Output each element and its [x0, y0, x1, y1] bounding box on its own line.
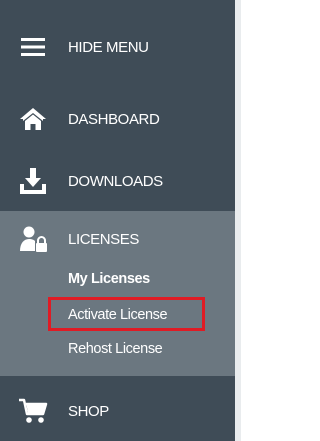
sidebar-item-shop[interactable]: SHOP: [0, 381, 235, 441]
home-icon: [18, 104, 48, 134]
submenu-my-licenses[interactable]: My Licenses: [68, 271, 150, 287]
hamburger-icon: [18, 32, 48, 62]
sidebar-item-dashboard[interactable]: DASHBOARD: [0, 88, 235, 150]
sidebar-menu: HIDE MENU DASHBOARD DOWNLOADS LICENSES M…: [0, 0, 241, 441]
highlight-annotation-box: [48, 297, 205, 331]
sidebar-item-label: DASHBOARD: [68, 110, 160, 128]
sidebar-item-label: LICENSES: [68, 230, 139, 248]
shopping-cart-icon: [18, 396, 48, 426]
submenu-rehost-license[interactable]: Rehost License: [68, 341, 163, 357]
sidebar-item-label: DOWNLOADS: [68, 172, 163, 190]
hide-menu-label: HIDE MENU: [68, 38, 149, 56]
licenses-section: LICENSES My Licenses Activate License Re…: [0, 211, 235, 376]
hide-menu-button[interactable]: HIDE MENU: [0, 16, 235, 78]
download-tray-icon: [18, 166, 48, 196]
sidebar-item-label: SHOP: [68, 402, 109, 420]
sidebar-item-licenses[interactable]: LICENSES: [0, 211, 235, 267]
user-lock-icon: [18, 224, 48, 254]
sidebar-item-downloads[interactable]: DOWNLOADS: [0, 150, 235, 212]
